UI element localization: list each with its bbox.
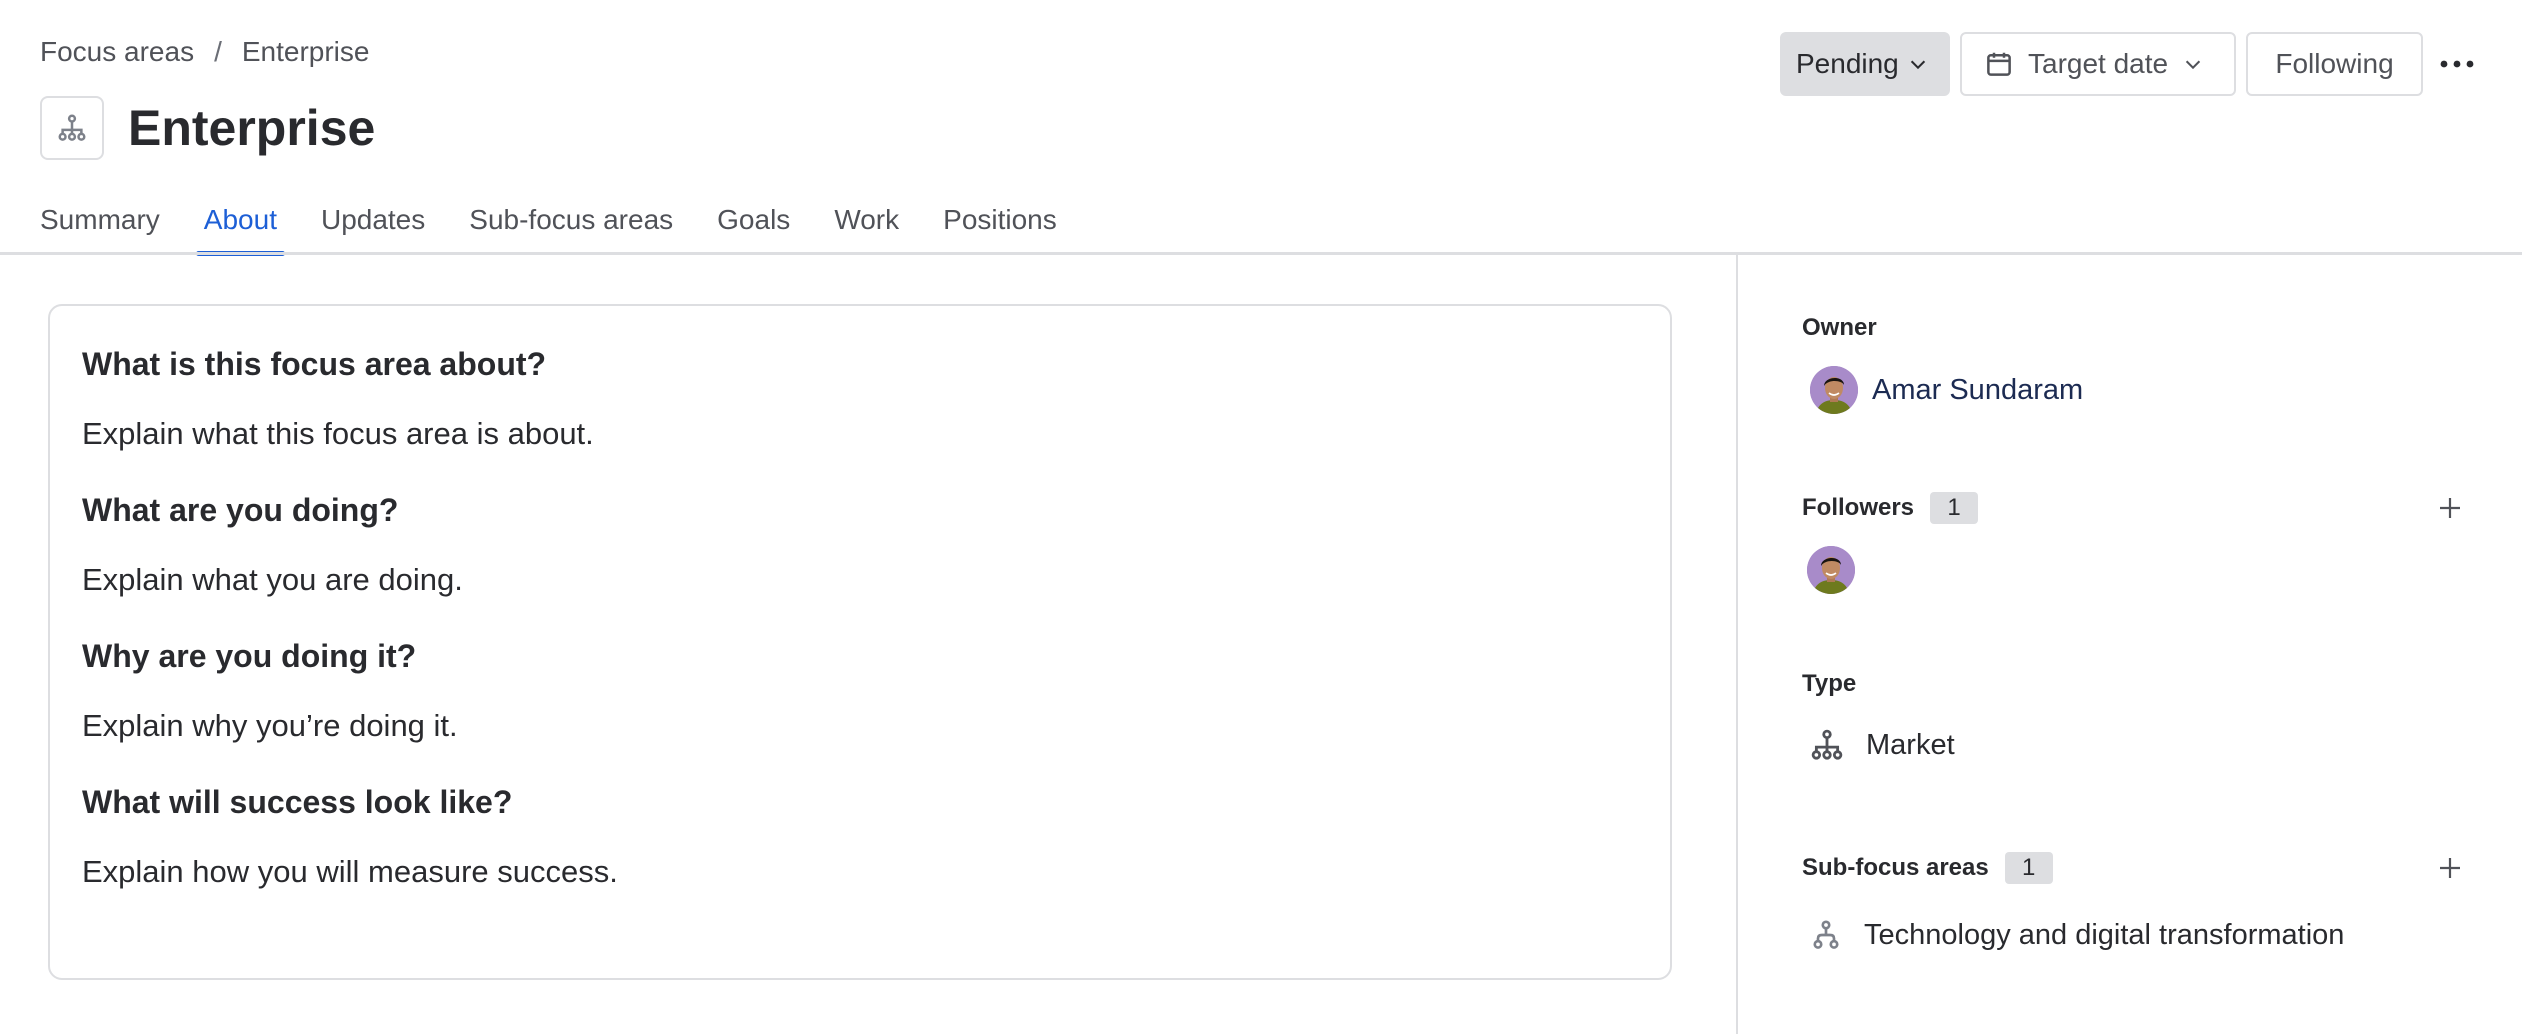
followers-list bbox=[1807, 546, 1855, 594]
about-section: Why are you doing it? Explain why you’re… bbox=[82, 636, 1638, 746]
target-date-label: Target date bbox=[2028, 48, 2169, 79]
tab-bar: Summary About Updates Sub-focus areas Go… bbox=[40, 196, 1101, 256]
section-body[interactable]: Explain what you are doing. bbox=[82, 560, 1638, 600]
tab-updates[interactable]: Updates bbox=[321, 196, 425, 254]
type-label: Type bbox=[1802, 670, 1857, 697]
section-body[interactable]: Explain why you’re doing it. bbox=[82, 706, 1638, 746]
owner-label: Owner bbox=[1802, 314, 1877, 341]
breadcrumb-separator: / bbox=[214, 36, 222, 67]
following-label: Following bbox=[2275, 48, 2394, 79]
tab-sub-focus-areas[interactable]: Sub-focus areas bbox=[469, 196, 673, 254]
tab-goals[interactable]: Goals bbox=[717, 196, 790, 254]
chevron-down-icon bbox=[1910, 60, 1925, 70]
hierarchy-icon bbox=[1811, 729, 1843, 760]
hierarchy-icon bbox=[58, 114, 86, 141]
tab-summary[interactable]: Summary bbox=[40, 196, 160, 254]
sidebar-divider bbox=[1736, 255, 1738, 1034]
owner-field[interactable]: Amar Sundaram bbox=[1810, 366, 2083, 414]
status-label: Pending bbox=[1796, 48, 1899, 79]
tabs-divider bbox=[0, 252, 2522, 255]
person-avatar-icon bbox=[1810, 366, 1858, 414]
breadcrumb-enterprise[interactable]: Enterprise bbox=[242, 36, 370, 68]
owner-avatar[interactable] bbox=[1810, 366, 1858, 414]
sub-focus-area-name[interactable]: Technology and digital transformation bbox=[1864, 919, 2344, 952]
sub-focus-areas-count-badge: 1 bbox=[2004, 852, 2053, 884]
sub-focus-areas-label: Sub-focus areas bbox=[1802, 854, 1989, 881]
tab-positions[interactable]: Positions bbox=[943, 196, 1057, 254]
section-heading: Why are you doing it? bbox=[82, 638, 417, 674]
type-field[interactable]: Market bbox=[1810, 728, 1955, 762]
target-date-button[interactable]: Target date bbox=[1960, 32, 2236, 96]
more-icon bbox=[2440, 60, 2474, 68]
section-body[interactable]: Explain how you will measure success. bbox=[82, 852, 1638, 892]
about-card[interactable]: What is this focus area about? Explain w… bbox=[48, 304, 1672, 980]
followers-label: Followers bbox=[1802, 494, 1915, 521]
more-actions-button[interactable] bbox=[2439, 32, 2475, 96]
section-heading: What are you doing? bbox=[82, 492, 399, 528]
followers-count-badge: 1 bbox=[1930, 492, 1979, 524]
sub-focus-areas-header: Sub-focus areas 1 bbox=[1802, 850, 2462, 886]
type-value: Market bbox=[1866, 728, 1955, 761]
calendar-icon bbox=[1987, 52, 2011, 76]
about-section: What will success look like? Explain how… bbox=[82, 782, 1638, 892]
status-dropdown-button[interactable]: Pending bbox=[1780, 32, 1950, 96]
chevron-down-icon bbox=[2185, 60, 2201, 70]
header-actions: Pending Target date Following bbox=[1780, 32, 2475, 96]
sub-focus-area-icon bbox=[1813, 920, 1839, 949]
section-body[interactable]: Explain what this focus area is about. bbox=[82, 414, 1638, 454]
sub-focus-area-item[interactable]: Technology and digital transformation bbox=[1810, 918, 2344, 952]
tab-about[interactable]: About bbox=[195, 196, 286, 256]
about-section: What is this focus area about? Explain w… bbox=[82, 344, 1638, 454]
about-section: What are you doing? Explain what you are… bbox=[82, 490, 1638, 600]
follower-avatar[interactable] bbox=[1807, 546, 1855, 594]
page-title: Enterprise bbox=[128, 100, 376, 156]
section-heading: What will success look like? bbox=[82, 784, 513, 820]
breadcrumb: Focus areas / Enterprise bbox=[40, 36, 369, 68]
focus-area-page: Focus areas / Enterprise Enterprise Pend… bbox=[0, 0, 2522, 1034]
add-sub-focus-area-icon[interactable] bbox=[2438, 856, 2462, 880]
tab-work[interactable]: Work bbox=[834, 196, 899, 254]
add-follower-icon[interactable] bbox=[2438, 496, 2462, 520]
followers-header: Followers 1 bbox=[1802, 490, 2462, 526]
focus-area-icon-button[interactable] bbox=[40, 96, 104, 160]
following-button[interactable]: Following bbox=[2246, 32, 2423, 96]
breadcrumb-focus-areas[interactable]: Focus areas bbox=[40, 36, 194, 68]
section-heading: What is this focus area about? bbox=[82, 346, 547, 382]
owner-name[interactable]: Amar Sundaram bbox=[1872, 374, 2083, 407]
person-avatar-icon bbox=[1807, 546, 1855, 594]
